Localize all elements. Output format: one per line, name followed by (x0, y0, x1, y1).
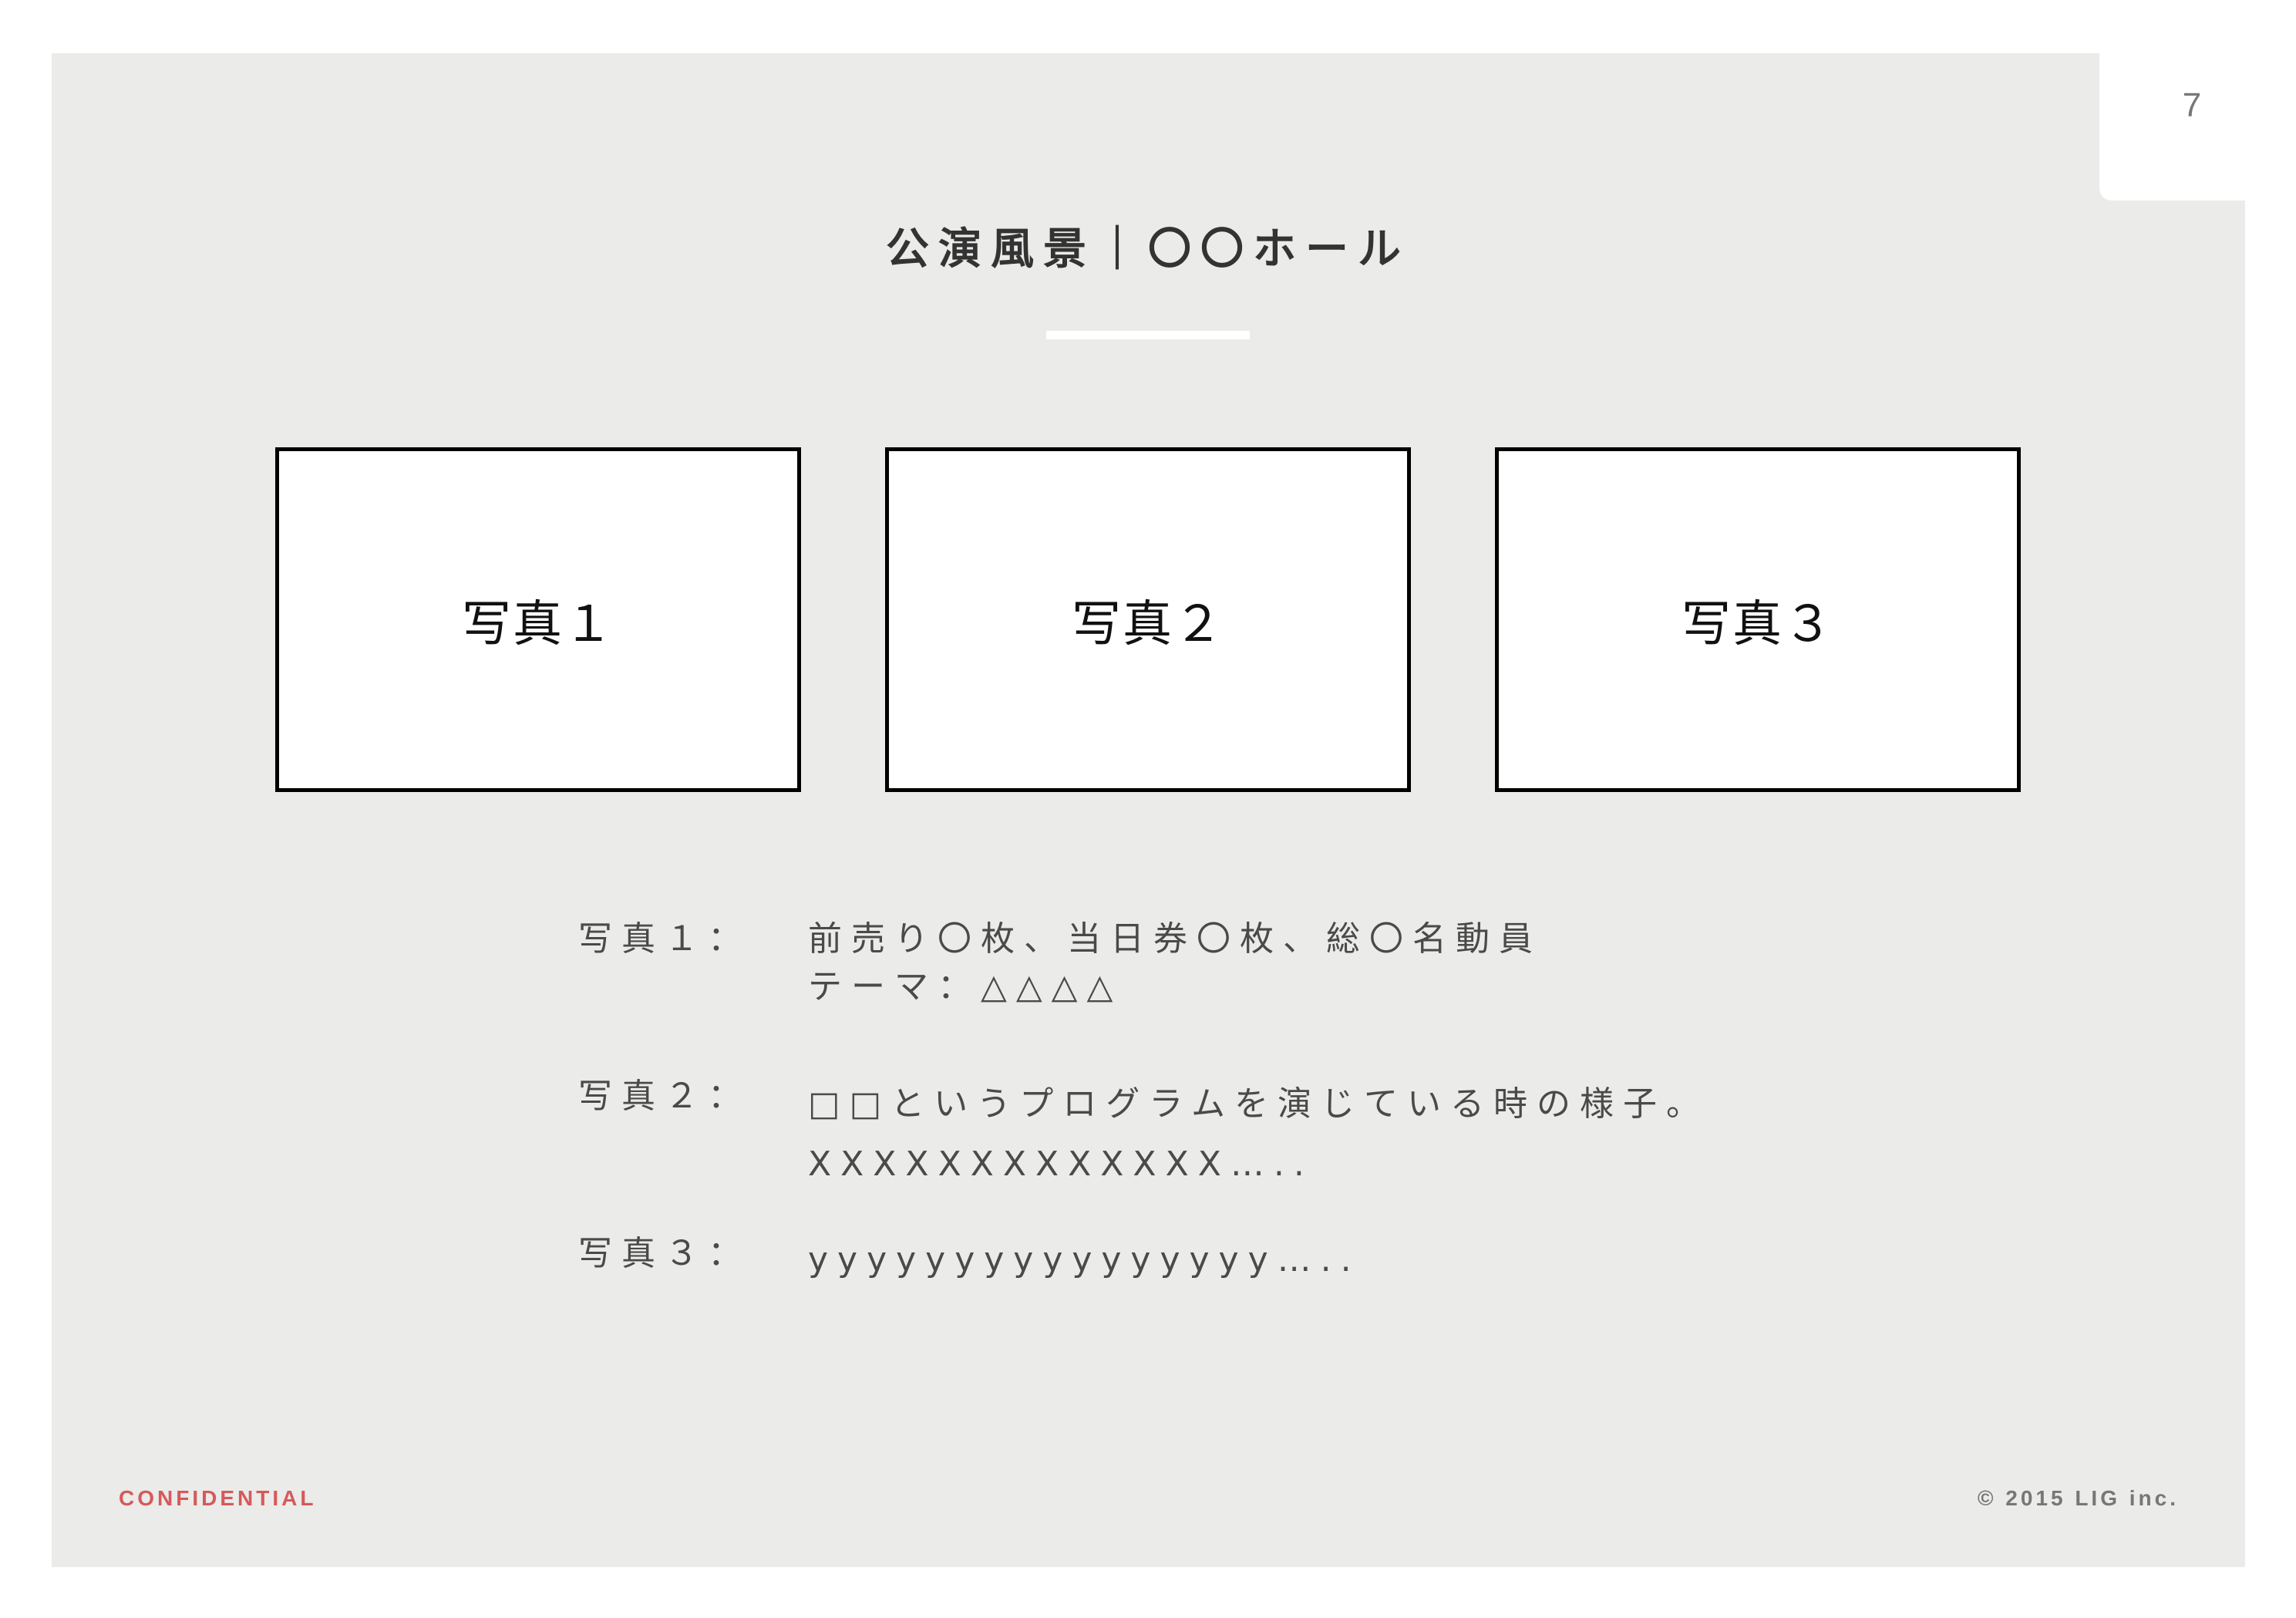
description-label: 写真３： (578, 1234, 751, 1273)
description-label: 写真２： (578, 1077, 751, 1116)
confidential-label: CONFIDENTIAL (119, 1486, 317, 1510)
photo-placeholder-label: 写真３ (1682, 595, 1834, 653)
photo-placeholder-label: 写真１ (462, 595, 614, 653)
page-number: 7 (2182, 86, 2202, 124)
photo-placeholder-label: 写真２ (1072, 595, 1224, 653)
photo-placeholder-2: 写真２ (885, 447, 1411, 792)
description-line: テーマ：△△△△ (808, 967, 1123, 1006)
description-label: 写真１： (578, 919, 751, 959)
slide-title: 公演風景｜〇〇ホール (886, 224, 1410, 275)
description-line: yyyyyyyyyyyyyyyy….. (808, 1240, 1361, 1279)
photo-placeholder-3: 写真３ (1495, 447, 2021, 792)
title-underline (1046, 331, 1250, 339)
description-line: □□というプログラムを演じている時の様子。 (808, 1084, 1709, 1124)
description-line: XXXXXXXXXXXXX….. (808, 1144, 1314, 1184)
description-line: 前売り〇枚、当日券〇枚、総〇名動員 (808, 919, 1542, 959)
slide-panel (52, 53, 2245, 1567)
copyright-notice: © 2015 LIG inc. (1977, 1486, 2179, 1510)
photo-placeholder-1: 写真１ (275, 447, 801, 792)
